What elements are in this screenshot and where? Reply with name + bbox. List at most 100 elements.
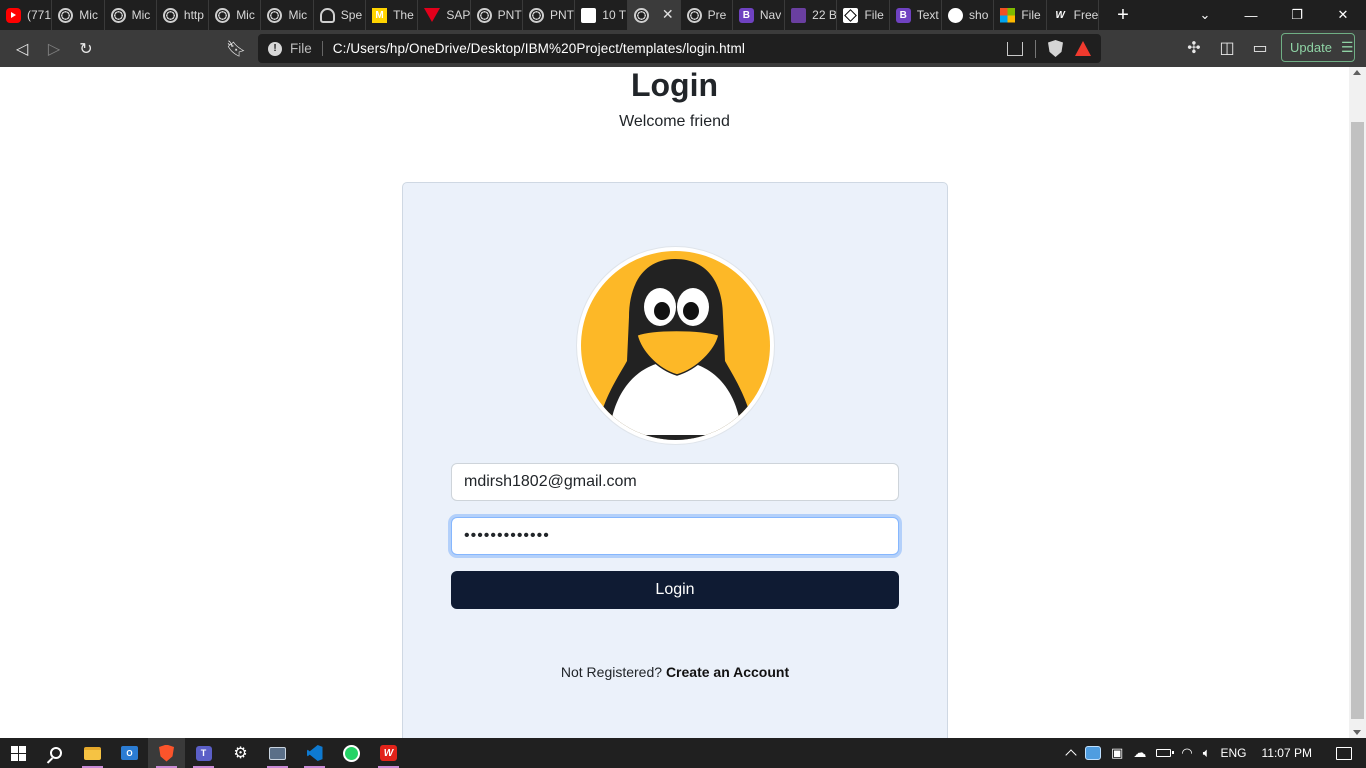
wifi-button[interactable]: ◠ [1176, 738, 1197, 768]
scroll-up-arrow-icon[interactable] [1353, 70, 1361, 75]
show-hidden-icons-button[interactable] [1062, 738, 1080, 768]
bootstrap-icon: B [738, 7, 754, 23]
f-logo-icon: F [581, 7, 597, 23]
tab[interactable]: Gsho [942, 0, 995, 30]
scroll-down-arrow-icon[interactable] [1353, 730, 1361, 735]
back-icon[interactable]: ◁ [6, 33, 38, 65]
scrollbar[interactable] [1349, 67, 1366, 738]
brave-icon [159, 744, 174, 762]
brave-button[interactable] [148, 738, 185, 768]
wps-icon: W [1055, 9, 1065, 21]
system-tray: ▣ ☁ ◠ 🔈︎ ENG 11:07 PM [1062, 738, 1366, 768]
forward-icon[interactable]: ▷ [38, 33, 70, 65]
volume-button[interactable]: 🔈︎ [1198, 738, 1216, 768]
photos-icon [269, 746, 286, 760]
whatsapp-button[interactable] [333, 738, 370, 768]
create-account-link[interactable]: Create an Account [666, 664, 789, 680]
wps-button[interactable]: W [370, 738, 407, 768]
brave-shields-icon[interactable] [1048, 40, 1063, 57]
signup-prompt-text: Not Registered? [560, 664, 663, 680]
tab-search-chevron-icon[interactable]: ⌄ [1182, 0, 1228, 30]
cloud-off-icon: ☁ [1133, 745, 1147, 760]
globe-icon [476, 7, 492, 23]
tab[interactable]: 22 B [785, 0, 838, 30]
scrollbar-thumb[interactable] [1351, 122, 1364, 719]
tab[interactable]: M The [366, 0, 419, 30]
page-viewport: Login Welcome friend mdirsh1802@gmail.co… [0, 67, 1349, 738]
address-bar-actions [1007, 39, 1101, 58]
globe-icon [215, 7, 231, 23]
tab[interactable]: Mic [209, 0, 262, 30]
info-icon[interactable]: ! [268, 41, 282, 56]
outlook-icon: O [121, 746, 138, 760]
battery-button[interactable] [1151, 738, 1176, 768]
tab[interactable]: SAP [418, 0, 471, 30]
sidebar-icon[interactable]: ◫ [1211, 32, 1243, 64]
share-icon[interactable] [1007, 41, 1023, 56]
close-tab-icon[interactable]: ✕ [662, 6, 674, 23]
update-button[interactable]: Update ☰ [1281, 33, 1355, 62]
folder-icon [84, 746, 101, 760]
speedometer-icon [319, 7, 335, 23]
new-tab-button[interactable]: + [1105, 0, 1141, 30]
camera-button[interactable]: ▣ [1106, 738, 1128, 768]
tab[interactable]: F 10 T [575, 0, 628, 30]
microsoft-icon [1000, 7, 1016, 23]
reload-icon[interactable]: ↻ [70, 33, 102, 65]
avatar [576, 246, 775, 445]
login-button[interactable]: Login [451, 571, 899, 609]
teams-button[interactable]: T [185, 738, 222, 768]
bookmark-icon[interactable]: 🔖︎ [220, 33, 252, 65]
windows-taskbar: O T ⚙ W ▣ ☁ ◠ 🔈︎ ENG 11:07 PM [0, 738, 1366, 768]
wifi-icon: ◠ [1181, 745, 1193, 760]
extensions-icon[interactable]: ✣ [1178, 32, 1210, 64]
close-window-button[interactable]: ✕ [1320, 0, 1366, 30]
tab[interactable]: Pre [681, 0, 733, 30]
login-button-label: Login [655, 581, 695, 598]
teams-icon: T [195, 745, 212, 761]
tab[interactable]: http [157, 0, 210, 30]
tab-active[interactable]: ✕ [627, 0, 681, 30]
minimize-button[interactable]: — [1228, 0, 1274, 30]
file-explorer-button[interactable] [74, 738, 111, 768]
update-label: Update [1290, 40, 1332, 55]
url-text[interactable]: C:/Users/hp/OneDrive/Desktop/IBM%20Proje… [333, 41, 745, 56]
address-bar[interactable]: ! File C:/Users/hp/OneDrive/Desktop/IBM%… [258, 34, 1101, 63]
network-off-button[interactable]: ☁ [1128, 738, 1151, 768]
photos-button[interactable] [259, 738, 296, 768]
tab[interactable]: B Text [890, 0, 943, 30]
search-button[interactable] [37, 738, 74, 768]
tab[interactable]: (771 [0, 0, 53, 30]
signup-prompt: Not Registered? Create an Account [403, 664, 947, 680]
outlook-button[interactable]: O [111, 738, 148, 768]
settings-button[interactable]: ⚙ [222, 738, 259, 768]
wallet-icon[interactable]: ▭ [1244, 32, 1276, 64]
tab[interactable]: W Free [1047, 0, 1099, 30]
password-field[interactable]: ••••••••••••• [451, 517, 899, 555]
language-indicator[interactable]: ENG [1216, 738, 1252, 768]
brave-rewards-icon[interactable] [1075, 41, 1091, 56]
clock[interactable]: 11:07 PM [1252, 738, 1322, 768]
tab[interactable]: File [994, 0, 1047, 30]
email-field[interactable]: mdirsh1802@gmail.com [451, 463, 899, 501]
tab[interactable]: Spe [314, 0, 367, 30]
vscode-icon [306, 745, 323, 761]
tab[interactable]: PNT [523, 0, 576, 30]
tab[interactable]: B Nav [733, 0, 786, 30]
onedrive-button[interactable] [1080, 738, 1106, 768]
vscode-button[interactable] [296, 738, 333, 768]
notification-icon[interactable] [1336, 746, 1352, 760]
globe-icon [267, 7, 283, 23]
tab[interactable]: Mic [52, 0, 105, 30]
tab[interactable]: PNT [471, 0, 523, 30]
start-button[interactable] [0, 738, 37, 768]
tab-strip: (771 Mic Mic http Mic Mic Spe M The SAP P… [0, 0, 1366, 30]
tab[interactable]: Mic [105, 0, 157, 30]
url-scheme: File [290, 41, 323, 56]
google-icon: G [948, 7, 964, 23]
browser-toolbar: ◁ ▷ ↻ 🔖︎ ! File C:/Users/hp/OneDrive/Des… [0, 30, 1366, 67]
tab[interactable]: Mic [261, 0, 314, 30]
restore-button[interactable]: ❐ [1274, 0, 1320, 30]
tab[interactable]: File [837, 0, 890, 30]
language-label: ENG [1220, 746, 1247, 760]
